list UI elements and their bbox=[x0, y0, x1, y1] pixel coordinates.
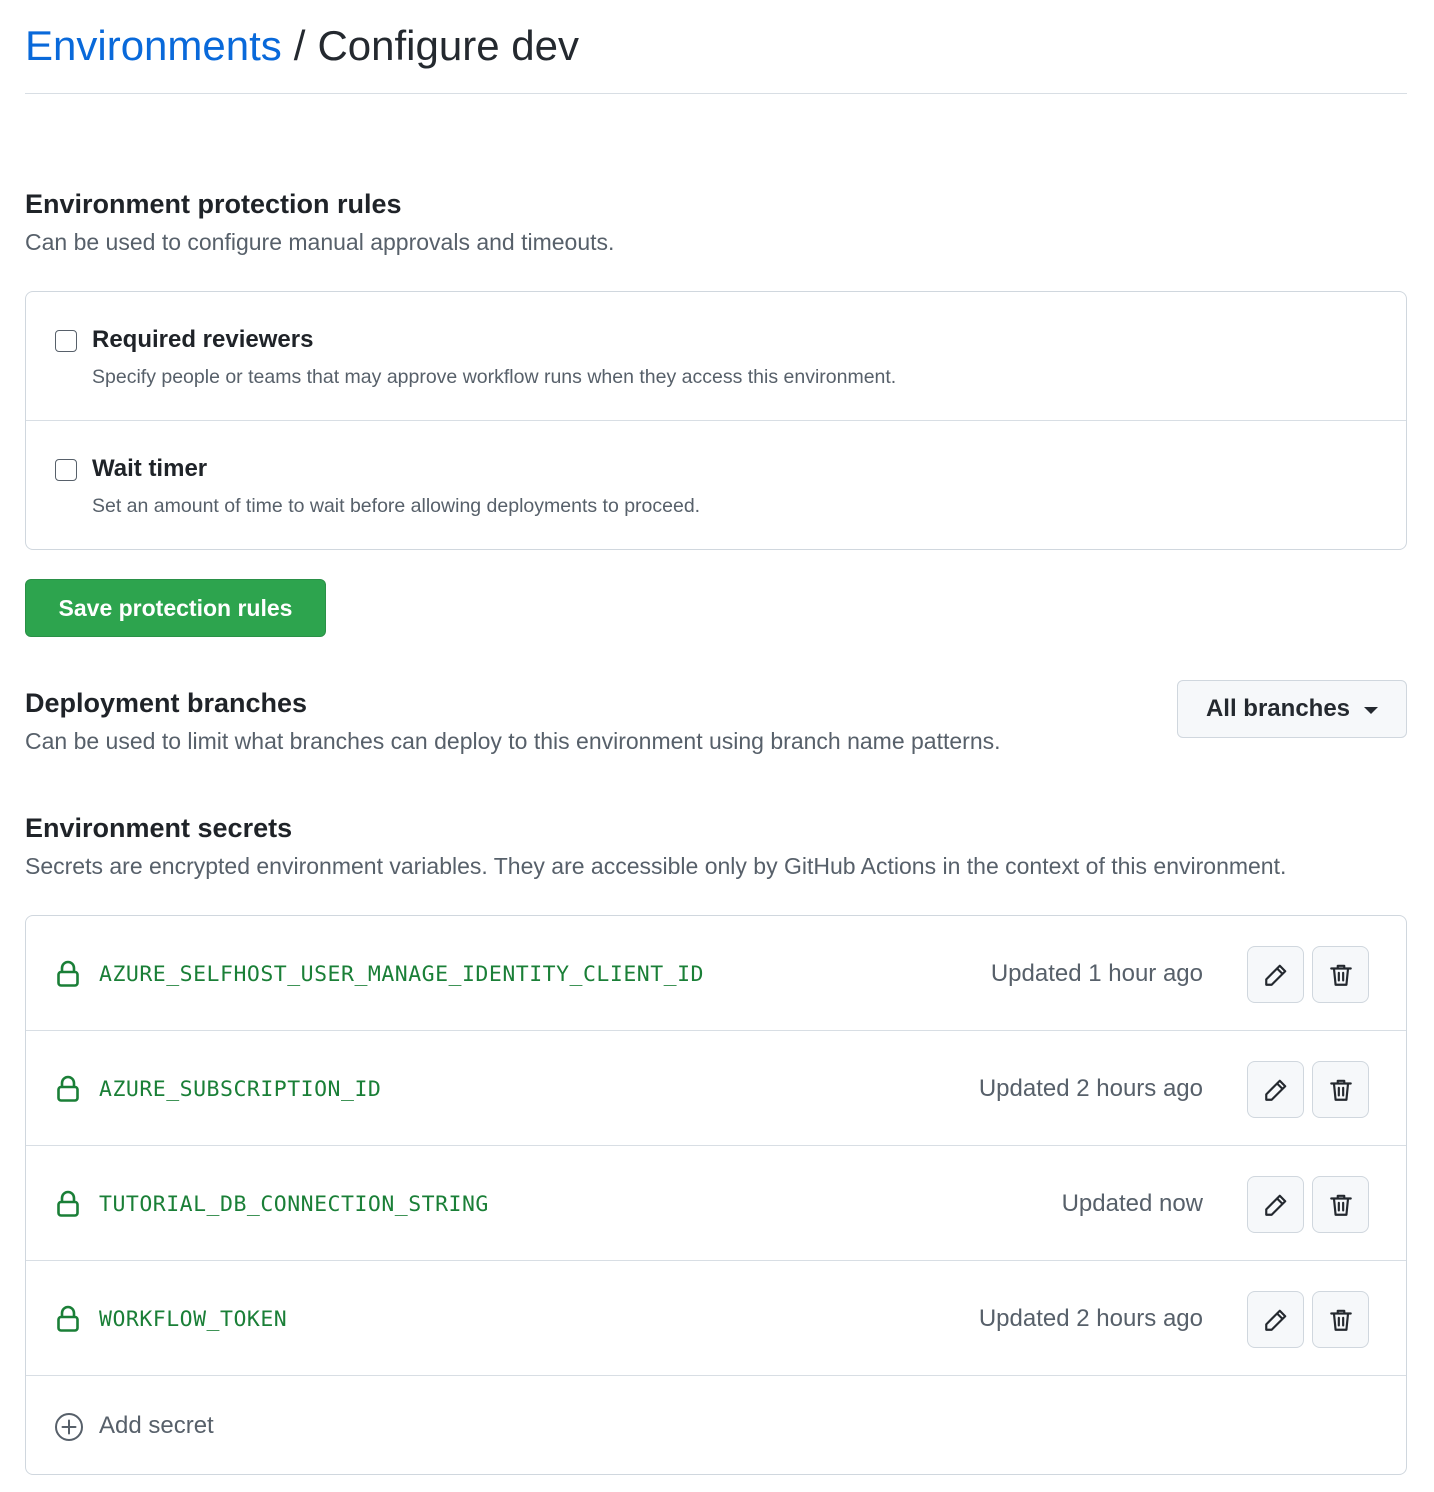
required-reviewers-description: Specify people or teams that may approve… bbox=[92, 366, 897, 388]
wait-timer-label[interactable]: Wait timer bbox=[92, 455, 207, 483]
secret-row: AZURE_SELFHOST_USER_MANAGE_IDENTITY_CLIE… bbox=[26, 916, 1406, 1031]
breadcrumb-separator: / bbox=[293, 21, 306, 69]
protection-rules-box: Required reviewers Specify people or tea… bbox=[25, 291, 1407, 550]
breadcrumb-environments-link[interactable]: Environments bbox=[25, 24, 282, 67]
rule-wait-timer: Wait timer Set an amount of time to wait… bbox=[26, 420, 1406, 548]
secret-name: TUTORIAL_DB_CONNECTION_STRING bbox=[99, 1192, 489, 1217]
lock-icon bbox=[57, 1305, 79, 1332]
secret-updated-time: Updated now bbox=[1061, 1190, 1203, 1217]
secret-name: WORKFLOW_TOKEN bbox=[99, 1307, 288, 1332]
required-reviewers-checkbox[interactable] bbox=[55, 330, 77, 352]
wait-timer-description: Set an amount of time to wait before all… bbox=[92, 495, 701, 517]
secret-updated-time: Updated 2 hours ago bbox=[978, 1075, 1203, 1102]
protection-rules-section: Environment protection rules Can be used… bbox=[25, 188, 1407, 258]
branches-dropdown[interactable]: All branches bbox=[1177, 680, 1407, 738]
pencil-icon bbox=[1264, 1079, 1286, 1101]
delete-secret-button[interactable] bbox=[1312, 1061, 1369, 1118]
pencil-icon bbox=[1264, 964, 1286, 986]
deployment-branches-section: Deployment branches Can be used to limit… bbox=[25, 687, 1155, 757]
protection-rules-description: Can be used to configure manual approval… bbox=[25, 229, 615, 256]
environment-config-page: Environments / Configure dev Environment… bbox=[25, 0, 1407, 1475]
delete-secret-button[interactable] bbox=[1312, 1176, 1369, 1233]
secret-name: AZURE_SELFHOST_USER_MANAGE_IDENTITY_CLIE… bbox=[99, 962, 704, 987]
pencil-icon bbox=[1264, 1194, 1286, 1216]
trash-icon bbox=[1329, 964, 1352, 986]
page-title: Configure dev bbox=[317, 21, 579, 69]
edit-secret-button[interactable] bbox=[1247, 1176, 1304, 1233]
secret-row: WORKFLOW_TOKEN Updated 2 hours ago bbox=[26, 1261, 1406, 1376]
deployment-branches-title: Deployment branches bbox=[25, 688, 308, 718]
trash-icon bbox=[1329, 1309, 1352, 1331]
secret-name: AZURE_SUBSCRIPTION_ID bbox=[99, 1077, 382, 1102]
environment-secrets-section: Environment secrets Secrets are encrypte… bbox=[25, 812, 1407, 882]
breadcrumb: Environments / Configure dev bbox=[25, 0, 1407, 94]
environment-secrets-description: Secrets are encrypted environment variab… bbox=[25, 853, 1287, 880]
save-protection-rules-button[interactable]: Save protection rules bbox=[25, 579, 326, 637]
trash-icon bbox=[1329, 1079, 1352, 1101]
delete-secret-button[interactable] bbox=[1312, 1291, 1369, 1348]
wait-timer-checkbox[interactable] bbox=[55, 459, 77, 481]
pencil-icon bbox=[1264, 1309, 1286, 1331]
caret-down-icon bbox=[1364, 706, 1379, 714]
edit-secret-button[interactable] bbox=[1247, 946, 1304, 1003]
secret-row: TUTORIAL_DB_CONNECTION_STRING Updated no… bbox=[26, 1146, 1406, 1261]
secret-updated-time: Updated 1 hour ago bbox=[990, 960, 1203, 987]
environment-secrets-title: Environment secrets bbox=[25, 813, 293, 843]
secret-updated-time: Updated 2 hours ago bbox=[978, 1305, 1203, 1332]
add-secret-label: Add secret bbox=[99, 1412, 214, 1439]
required-reviewers-label[interactable]: Required reviewers bbox=[92, 326, 313, 354]
protection-rules-title: Environment protection rules bbox=[25, 189, 402, 219]
add-secret-button[interactable]: Add secret bbox=[26, 1376, 1406, 1474]
lock-icon bbox=[57, 960, 79, 987]
deployment-branches-description: Can be used to limit what branches can d… bbox=[25, 728, 1001, 755]
plus-circle-icon bbox=[55, 1413, 83, 1441]
rule-required-reviewers: Required reviewers Specify people or tea… bbox=[26, 292, 1406, 420]
trash-icon bbox=[1329, 1194, 1352, 1216]
branches-dropdown-value: All branches bbox=[1205, 695, 1351, 722]
lock-icon bbox=[57, 1075, 79, 1102]
secrets-list: AZURE_SELFHOST_USER_MANAGE_IDENTITY_CLIE… bbox=[25, 915, 1407, 1475]
edit-secret-button[interactable] bbox=[1247, 1061, 1304, 1118]
secret-row: AZURE_SUBSCRIPTION_ID Updated 2 hours ag… bbox=[26, 1031, 1406, 1146]
edit-secret-button[interactable] bbox=[1247, 1291, 1304, 1348]
delete-secret-button[interactable] bbox=[1312, 946, 1369, 1003]
lock-icon bbox=[57, 1190, 79, 1217]
